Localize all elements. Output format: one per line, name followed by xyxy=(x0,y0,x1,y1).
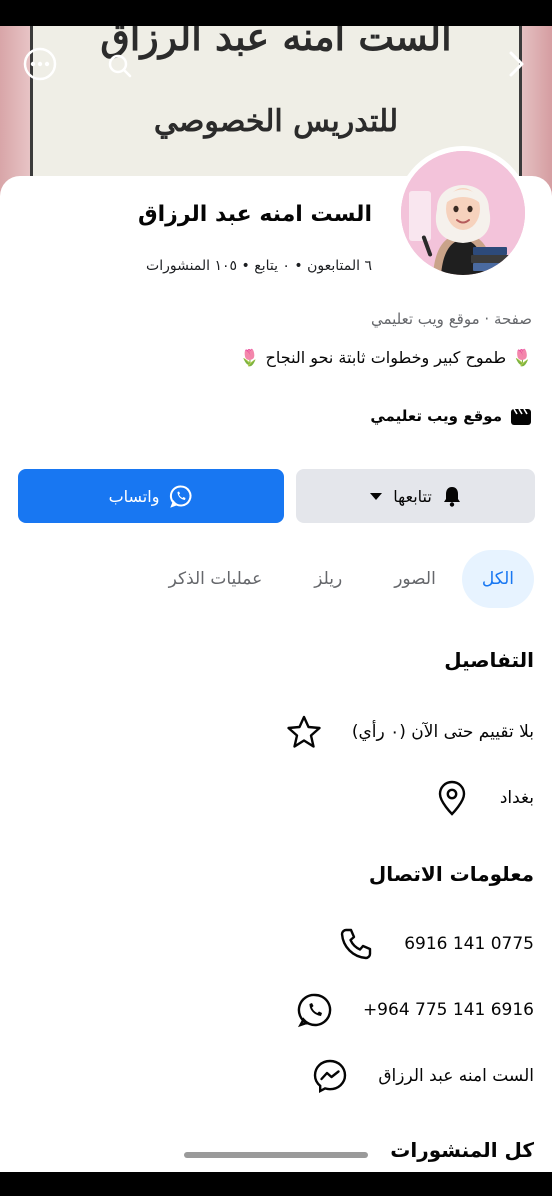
tulip-emoji: 🌷 xyxy=(239,348,260,367)
messenger-icon-wrap xyxy=(310,1056,350,1096)
phone-icon xyxy=(341,928,372,960)
phone-row[interactable]: 6916 141 0775 xyxy=(336,924,534,964)
back-button[interactable] xyxy=(496,44,536,84)
location-pin-icon xyxy=(438,780,466,816)
location-row[interactable]: بغداد xyxy=(432,778,534,818)
website-label: موقع ويب تعليمي xyxy=(370,407,502,425)
whatsapp-button[interactable]: واتساب xyxy=(18,469,284,523)
cover-subtitle: للتدريس الخصوصي xyxy=(153,104,399,139)
messenger-name: الست امنه عبد الرزاق xyxy=(378,1066,534,1086)
caret-down-icon xyxy=(370,493,383,500)
bell-icon xyxy=(443,487,460,507)
whatsapp-row[interactable]: +964 775 141 6916 xyxy=(295,990,534,1030)
tab-photos[interactable]: الصور xyxy=(368,550,462,608)
avatar-illustration xyxy=(401,151,525,275)
tulip-emoji: 🌷 xyxy=(512,348,532,367)
all-posts-title: كل المنشورات xyxy=(390,1138,534,1162)
clapperboard-icon xyxy=(511,408,531,425)
page-bio: 🌷 طموح كبير وخطوات ثابتة نحو النجاح 🌷 xyxy=(240,348,532,367)
navigation-bar xyxy=(0,1172,552,1196)
rating-text: بلا تقييم حتى الآن (٠ رأي) xyxy=(351,722,534,742)
more-options-button[interactable] xyxy=(20,44,60,84)
more-horizontal-icon xyxy=(23,47,57,81)
whatsapp-icon xyxy=(170,485,192,508)
chevron-right-icon xyxy=(509,51,524,77)
phone-icon-wrap xyxy=(336,924,376,964)
messenger-icon xyxy=(314,1059,347,1094)
whatsapp-number: +964 775 141 6916 xyxy=(362,1000,534,1020)
profile-avatar[interactable] xyxy=(396,146,530,280)
whatsapp-contact-icon-wrap xyxy=(295,990,335,1030)
phone-number: 6916 141 0775 xyxy=(404,934,534,954)
profile-tabs: الكل الصور ريلز عمليات الذكر xyxy=(18,550,534,608)
following-button[interactable]: تتابعها xyxy=(296,469,535,523)
tab-reels[interactable]: ريلز xyxy=(288,550,368,608)
contact-title: معلومات الاتصال xyxy=(368,862,534,886)
whatsapp-label: واتساب xyxy=(108,486,160,506)
search-icon xyxy=(108,54,132,78)
location-icon-wrap xyxy=(432,778,472,818)
following-label: تتابعها xyxy=(393,486,432,506)
page-stats[interactable]: ٦ المتابعون • ٠ يتابع • ١٠٥ المنشورات xyxy=(146,258,372,274)
bio-text: طموح كبير وخطوات ثابتة نحو النجاح xyxy=(265,348,507,367)
whatsapp-icon xyxy=(297,993,332,1028)
messenger-row[interactable]: الست امنه عبد الرزاق xyxy=(310,1056,534,1096)
website-category-row: موقع ويب تعليمي xyxy=(370,406,532,426)
tab-mentions[interactable]: عمليات الذكر xyxy=(143,550,289,608)
star-icon xyxy=(287,715,321,748)
status-bar xyxy=(0,0,552,26)
details-title: التفاصيل xyxy=(444,648,534,672)
page-category: صفحة · موقع ويب تعليمي xyxy=(370,310,532,328)
page-name: الست امنه عبد الرزاق xyxy=(137,202,372,227)
rating-row[interactable]: بلا تقييم حتى الآن (٠ رأي) xyxy=(284,712,534,752)
star-icon-wrap xyxy=(284,712,324,752)
profile-sheet xyxy=(0,176,552,1196)
tab-all[interactable]: الكل xyxy=(461,550,534,608)
location-text: بغداد xyxy=(499,788,534,808)
search-button[interactable] xyxy=(100,46,140,86)
home-indicator[interactable] xyxy=(184,1152,368,1158)
